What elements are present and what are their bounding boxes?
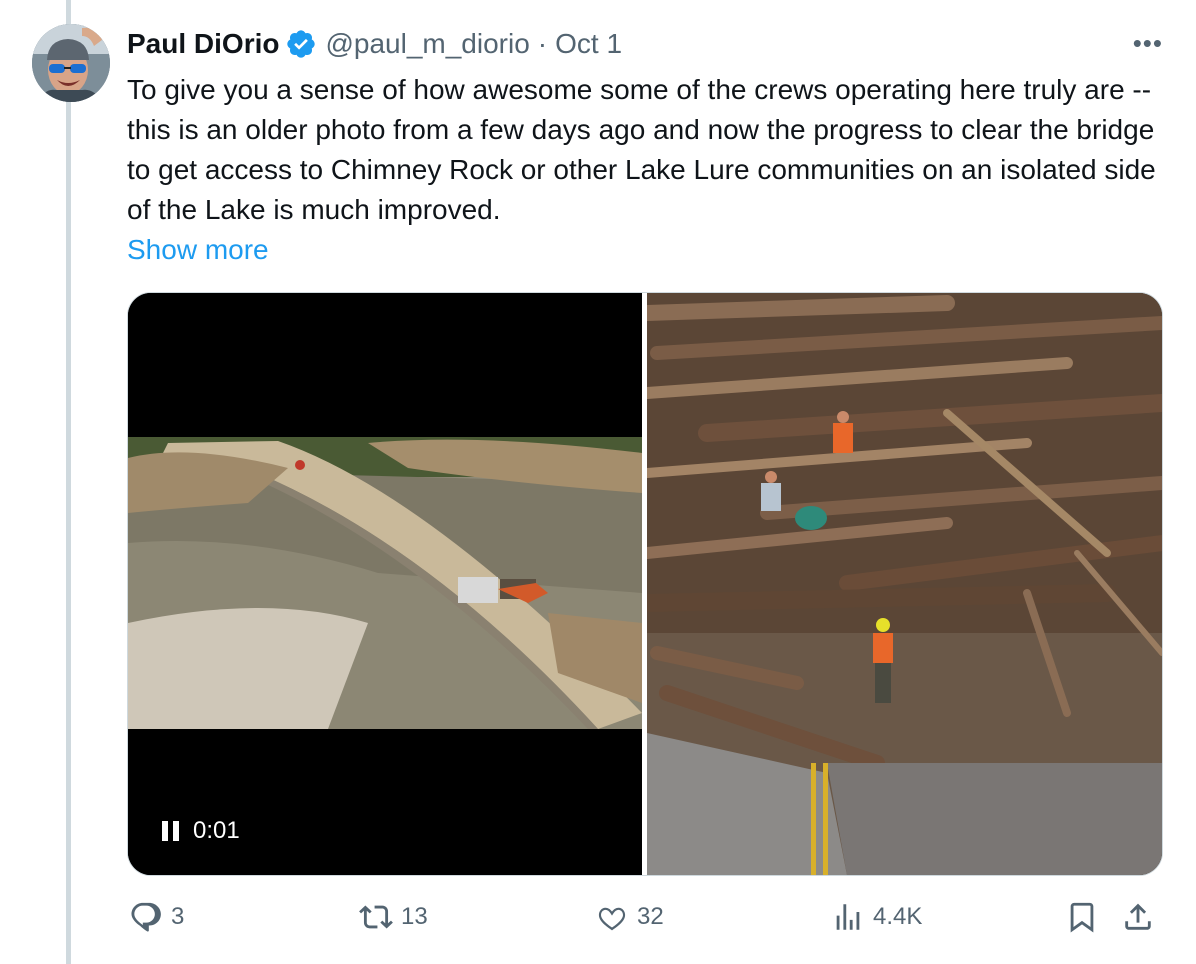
avatar[interactable] <box>32 24 110 102</box>
avatar-image <box>32 24 110 102</box>
pause-icon[interactable] <box>162 821 179 841</box>
thread-connector-line <box>66 0 71 964</box>
heart-icon <box>598 907 626 931</box>
tweet-text: To give you a sense of how awesome some … <box>127 74 1156 225</box>
tweet: Paul DiOrio @paul_m_diorio · Oct 1 ••• T… <box>127 24 1163 933</box>
views-button[interactable]: 4.4K <box>831 900 922 934</box>
show-more-link[interactable]: Show more <box>127 230 1163 270</box>
like-count: 32 <box>637 903 664 930</box>
tweet-actions: 3 13 32 4.4K <box>127 900 1163 944</box>
author-handle[interactable]: @paul_m_diorio <box>325 28 529 60</box>
media-grid: 0:01 <box>127 292 1163 876</box>
video-player[interactable]: 0:01 <box>128 293 642 875</box>
view-count: 4.4K <box>873 903 923 930</box>
author-name[interactable]: Paul DiOrio <box>127 28 279 60</box>
repost-count: 13 <box>401 903 428 930</box>
bookmark-icon <box>1070 902 1094 933</box>
share-icon <box>1125 903 1151 930</box>
video-frame <box>128 293 642 875</box>
repost-button[interactable]: 13 <box>359 900 428 934</box>
more-options-button[interactable]: ••• <box>1133 28 1163 59</box>
reply-icon <box>131 902 161 932</box>
video-controls: 0:01 <box>162 817 240 845</box>
repost-icon <box>359 905 393 929</box>
share-button[interactable] <box>1121 900 1155 934</box>
reply-count: 3 <box>171 903 185 930</box>
tweet-header: Paul DiOrio @paul_m_diorio · Oct 1 <box>127 24 1163 64</box>
bookmark-button[interactable] <box>1065 900 1099 934</box>
verified-badge-icon[interactable] <box>285 28 317 60</box>
video-timestamp: 0:01 <box>193 817 240 844</box>
reply-button[interactable]: 3 <box>129 900 184 934</box>
views-bar-chart-icon <box>836 904 860 930</box>
debris-photo-image <box>638 293 1162 875</box>
debris-photo[interactable] <box>638 293 1162 875</box>
like-button[interactable]: 32 <box>595 900 664 934</box>
header-separator: · <box>537 28 548 59</box>
post-date[interactable]: Oct 1 <box>555 28 622 60</box>
